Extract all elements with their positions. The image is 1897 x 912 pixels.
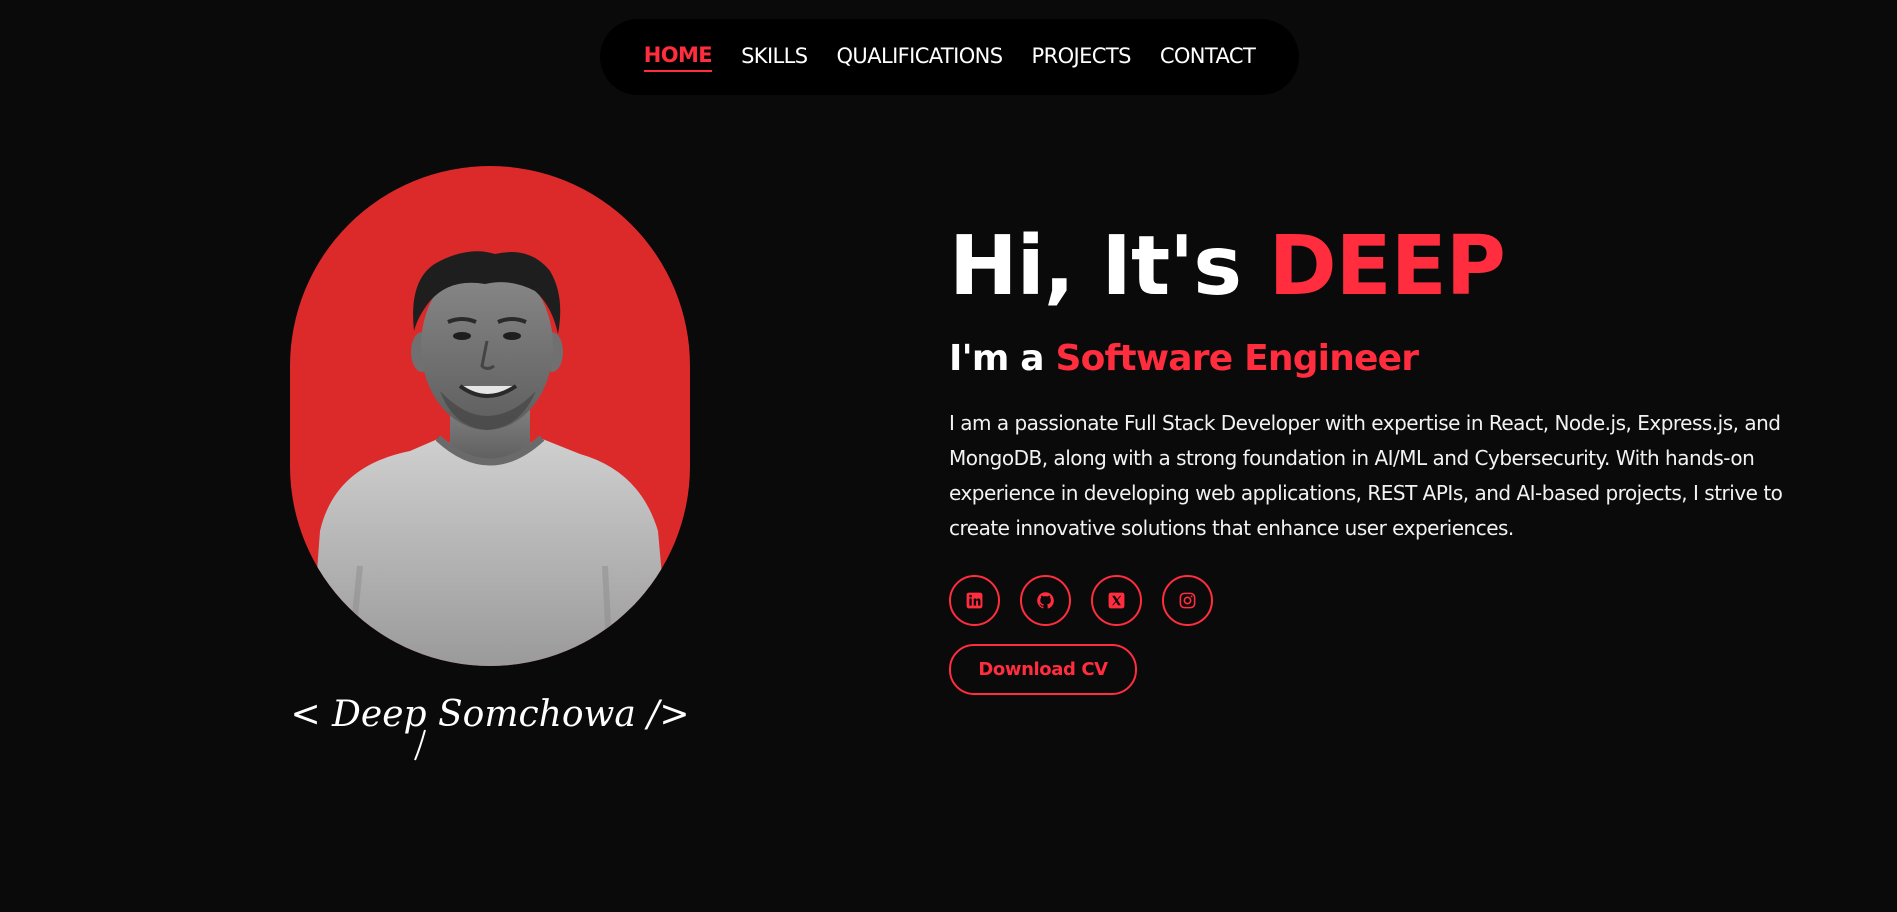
x-twitter-link[interactable]	[1091, 575, 1142, 626]
nav-item-projects[interactable]: PROJECTS	[1032, 44, 1132, 71]
hero-role-prefix: I'm a	[949, 338, 1056, 379]
hero-subtitle: I'm a Software Engineer	[949, 338, 1420, 379]
profile-photo	[290, 166, 690, 666]
top-nav: HOME SKILLS QUALIFICATIONS PROJECTS CONT…	[600, 19, 1299, 95]
download-cv-button[interactable]: Download CV	[949, 644, 1137, 695]
github-icon	[1037, 592, 1054, 609]
signature: < Deep Somchowa />	[290, 694, 690, 761]
hero-title: Hi, It's DEEP	[949, 226, 1506, 308]
nav-item-skills[interactable]: SKILLS	[741, 44, 808, 71]
hero-name: DEEP	[1268, 219, 1506, 314]
nav-item-contact[interactable]: CONTACT	[1160, 44, 1256, 71]
linkedin-icon	[966, 592, 983, 609]
x-twitter-icon	[1108, 592, 1125, 609]
profile-photo-illustration	[310, 251, 670, 666]
nav-item-home[interactable]: HOME	[643, 43, 713, 72]
page: HOME SKILLS QUALIFICATIONS PROJECTS CONT…	[0, 0, 1897, 912]
instagram-link[interactable]	[1162, 575, 1213, 626]
hero-description: I am a passionate Full Stack Developer w…	[949, 411, 1783, 540]
hero-greeting: Hi, It's	[949, 219, 1269, 314]
social-links	[949, 575, 1213, 626]
github-link[interactable]	[1020, 575, 1071, 626]
instagram-icon	[1179, 592, 1196, 609]
hero-role: Software Engineer	[1055, 338, 1420, 379]
nav-list: HOME SKILLS QUALIFICATIONS PROJECTS CONT…	[643, 43, 1256, 72]
linkedin-link[interactable]	[949, 575, 1000, 626]
nav-item-qualifications[interactable]: QUALIFICATIONS	[837, 44, 1004, 71]
signature-text: < Deep Somchowa />	[290, 694, 689, 735]
